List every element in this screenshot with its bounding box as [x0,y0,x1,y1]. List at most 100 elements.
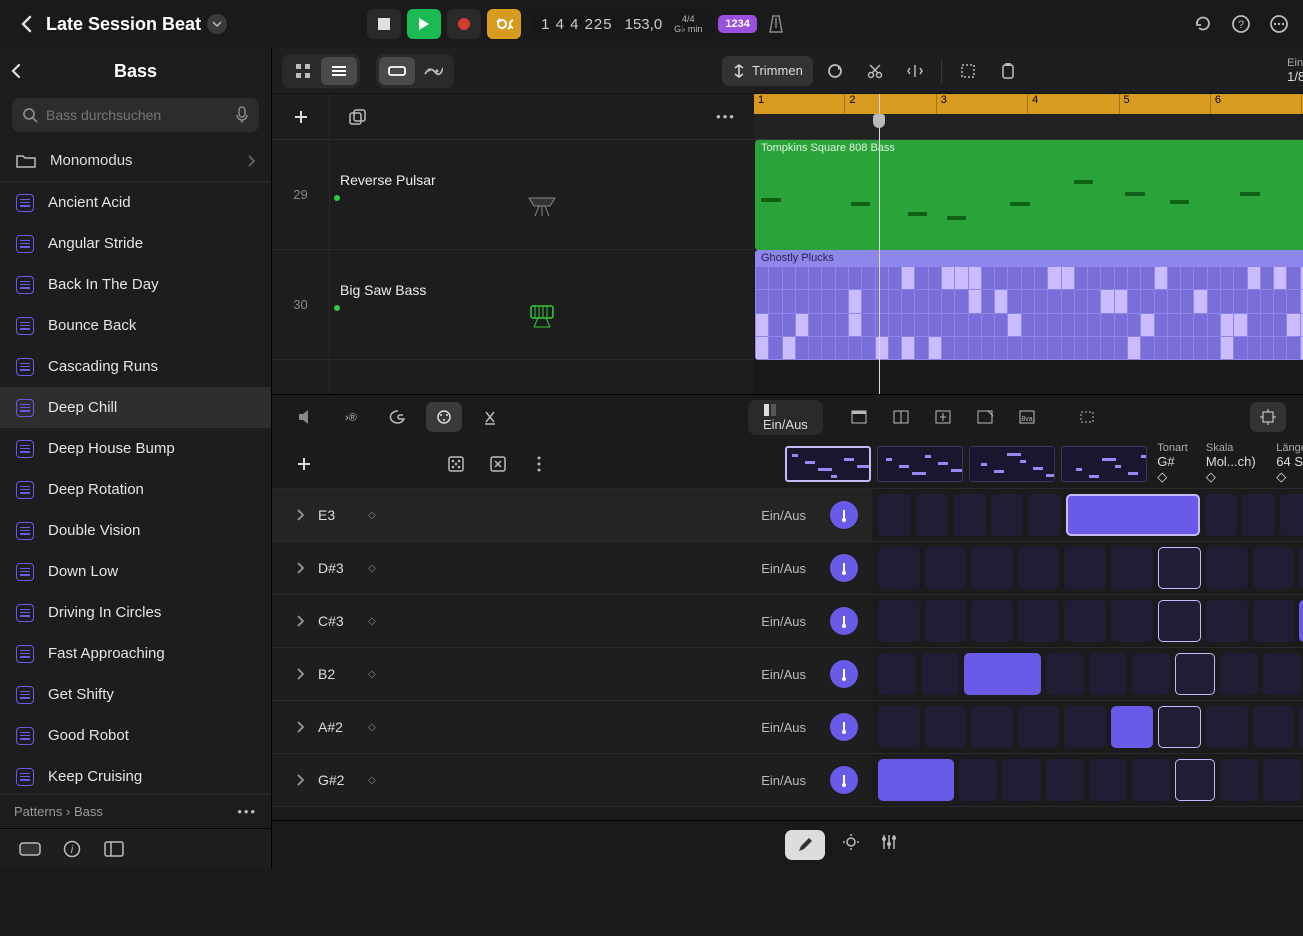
step-cell[interactable] [1280,494,1303,536]
preset-row[interactable]: Keep Cruising [0,756,271,794]
step-cell[interactable] [1046,653,1084,695]
stop-button[interactable] [367,9,401,39]
search-field[interactable] [12,98,259,132]
step-cell[interactable] [878,653,916,695]
step-cell[interactable] [1242,494,1275,536]
record-option-icon[interactable]: ›® [334,402,370,432]
step-cell[interactable] [971,600,1013,642]
region[interactable]: Ghostly Plucks [755,250,1303,360]
step-cell[interactable] [1220,653,1258,695]
seq-row-header[interactable]: E3◇Ein/Aus [272,489,872,542]
playhead[interactable] [879,94,880,394]
step-cell[interactable] [1206,600,1248,642]
view-grid-icon[interactable] [285,57,321,85]
preset-row[interactable]: Ancient Acid [0,182,271,223]
step-cell[interactable] [878,600,920,642]
row-mode[interactable]: Ein/Aus [761,720,806,735]
step-cell[interactable] [1132,759,1170,801]
add-row-button[interactable] [288,449,320,479]
search-input[interactable] [46,107,227,123]
automation-mode-icon[interactable] [415,57,451,85]
lcd-display[interactable]: 1 4 4 225 153,0 4/4 G♭ min [531,9,712,39]
step-cell[interactable] [1111,600,1153,642]
palette-icon[interactable] [380,402,416,432]
preset-row[interactable]: Driving In Circles [0,592,271,633]
add-track-button[interactable] [283,102,319,132]
speaker-icon[interactable] [288,402,324,432]
seq-view-4-icon[interactable] [967,402,1003,432]
duplicate-track-icon[interactable] [340,102,376,132]
preset-row[interactable]: Deep House Bump [0,428,271,469]
scale-param[interactable]: SkalaMol...ch) ◇ [1206,442,1258,485]
track-header[interactable]: Big Saw Bass [330,250,754,360]
row-mode[interactable]: Ein/Aus [761,667,806,682]
preset-row[interactable]: Deep Chill [0,387,271,428]
step-cell[interactable] [964,653,1040,695]
bar-ruler[interactable]: 1234567 [754,94,1303,114]
einaus-mode[interactable]: Ein/Aus [751,403,820,432]
step-cell[interactable] [1299,547,1303,589]
velocity-knob[interactable] [830,501,858,529]
clipboard-icon[interactable] [990,56,1026,86]
play-button[interactable] [407,9,441,39]
step-cell[interactable] [878,547,920,589]
step-cell[interactable] [991,494,1024,536]
preset-row[interactable]: Fast Approaching [0,633,271,674]
step-cell[interactable] [1111,706,1153,748]
step-cell[interactable] [1046,759,1084,801]
undo-icon[interactable] [1191,12,1215,36]
preset-row[interactable]: Cascading Runs [0,346,271,387]
step-cell[interactable] [1111,547,1153,589]
breadcrumb[interactable]: Patterns › Bass [14,804,103,819]
velocity-knob[interactable] [830,713,858,741]
mixer-icon[interactable] [877,830,901,854]
record-button[interactable] [447,9,481,39]
step-cell[interactable] [1089,653,1127,695]
step-cell[interactable] [1158,706,1202,748]
seq-row-header[interactable]: A#2◇Ein/Aus [272,701,872,754]
step-cell[interactable] [1066,494,1200,536]
seq-row-header[interactable]: G#2◇Ein/Aus [272,754,872,807]
step-cell[interactable] [916,494,949,536]
step-cell[interactable] [1064,547,1106,589]
vdots-icon[interactable] [523,449,555,479]
step-cell[interactable] [1299,600,1303,642]
step-cell[interactable] [1253,706,1295,748]
step-cell[interactable] [1002,759,1040,801]
track-header[interactable]: Reverse Pulsar [330,140,754,250]
step-cell[interactable] [1158,547,1202,589]
dice-icon[interactable] [440,449,472,479]
scissors-icon[interactable] [857,56,893,86]
updown-icon[interactable]: ◇ [368,775,376,786]
step-cell[interactable] [1158,600,1202,642]
updown-icon[interactable]: ◇ [368,563,376,574]
updown-icon[interactable]: ◇ [368,669,376,680]
keyboard-icon[interactable] [18,837,42,861]
step-cell[interactable] [921,653,959,695]
marquee-icon[interactable] [950,56,986,86]
preset-row[interactable]: Deep Rotation [0,469,271,510]
step-cell[interactable] [1253,547,1295,589]
preset-row[interactable]: Down Low [0,551,271,592]
help-icon[interactable]: ? [1229,12,1253,36]
preset-row[interactable]: Back In The Day [0,264,271,305]
preset-list[interactable]: Ancient AcidAngular StrideBack In The Da… [0,182,271,794]
clear-cell-icon[interactable] [482,449,514,479]
pencil-tool[interactable] [785,830,825,860]
snap-setting[interactable]: Einrasten 1/8 ◇ [1287,57,1303,85]
row-mode[interactable]: Ein/Aus [761,561,806,576]
velocity-knob[interactable] [830,660,858,688]
seq-row-header[interactable]: D#3◇Ein/Aus [272,542,872,595]
seq-view-5-icon[interactable]: 8va [1009,402,1045,432]
target-icon[interactable] [1250,402,1286,432]
seq-row-header[interactable]: C#3◇Ein/Aus [272,595,872,648]
pattern-page[interactable] [1061,446,1147,482]
seq-view-3-icon[interactable] [925,402,961,432]
step-cell[interactable] [925,706,967,748]
step-cell[interactable] [878,706,920,748]
split-icon[interactable] [897,56,933,86]
mic-icon[interactable] [235,106,249,124]
step-cell[interactable] [1299,706,1303,748]
step-cell[interactable] [953,494,986,536]
step-cell[interactable] [1018,547,1060,589]
